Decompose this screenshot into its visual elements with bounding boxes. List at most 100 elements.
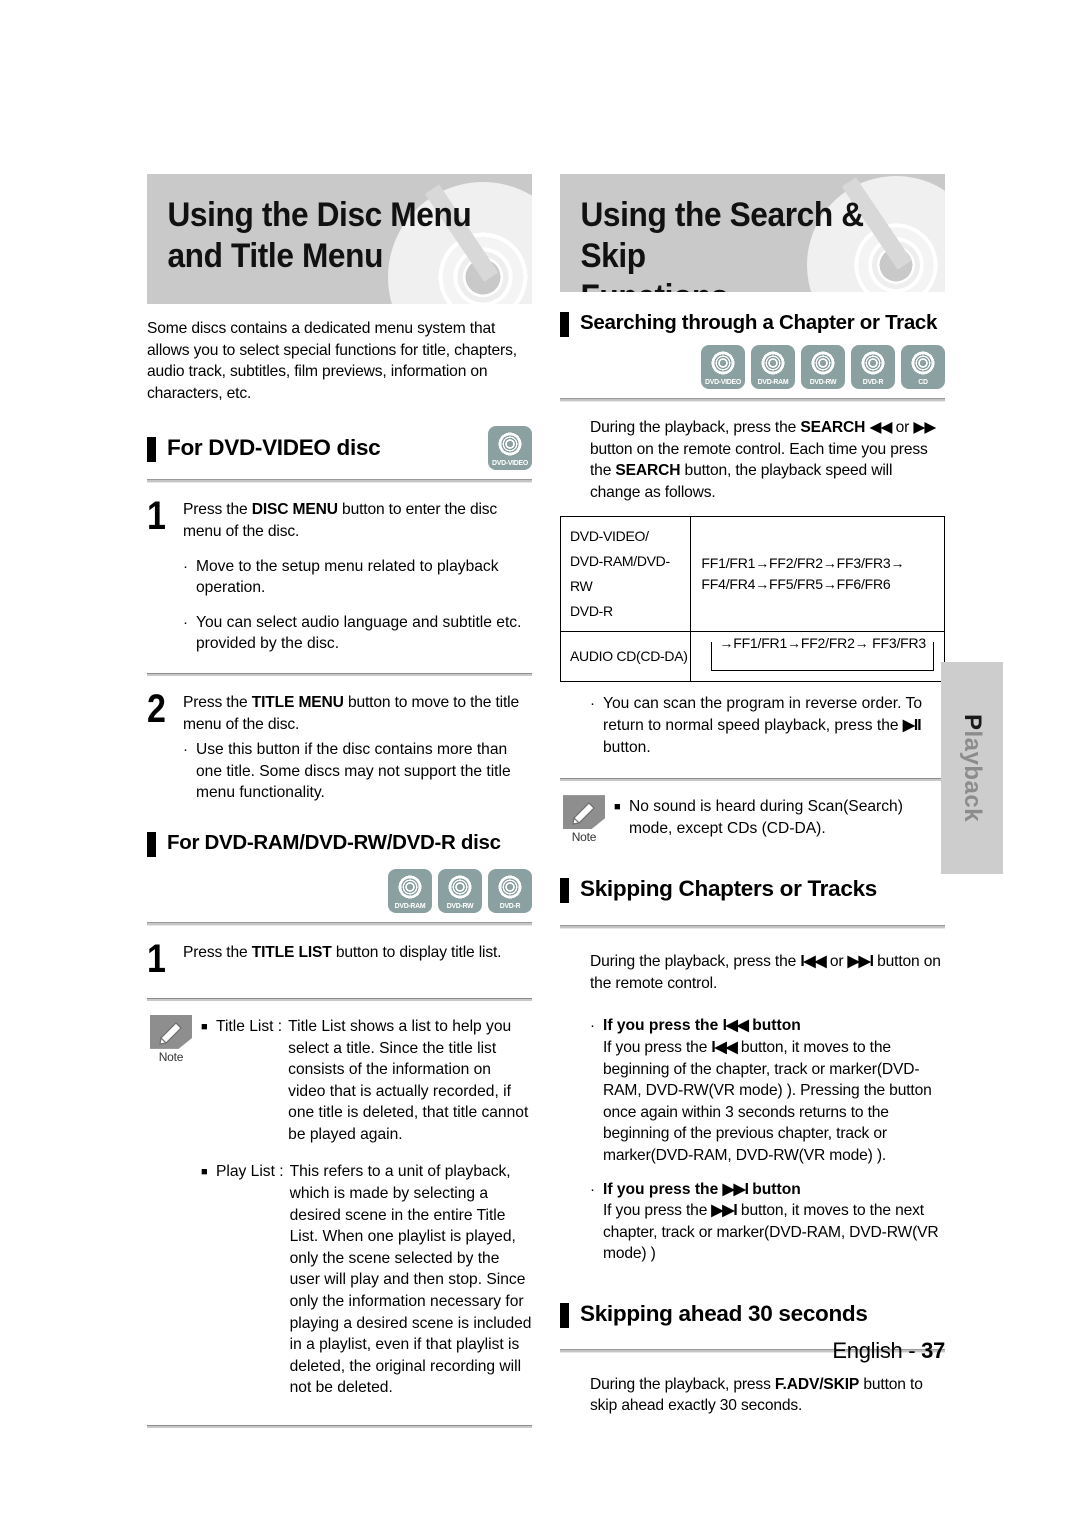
- right-banner-title: Using the Search & Skip Functions: [580, 196, 864, 292]
- bullet-item: · Move to the setup menu related to play…: [147, 556, 532, 599]
- heading-searching: Searching through a Chapter or Track: [560, 310, 945, 337]
- note-label: Note: [571, 830, 597, 845]
- text-part: During the playback, press the: [590, 953, 801, 971]
- heading-label: For DVD-RAM/DVD-RW/DVD-R disc: [167, 830, 501, 854]
- pencil-glyph: [159, 1022, 182, 1045]
- heading-bar: [560, 1302, 569, 1328]
- note-term: Play List :: [216, 1163, 284, 1181]
- step-text-before: Press the: [183, 943, 252, 961]
- text-part: During the playback, press: [590, 1375, 775, 1393]
- table-row: AUDIO CD(CD-DA) →FF1/FR1→FF2/FR2→ FF3/FR…: [559, 631, 945, 683]
- step-2-title-menu: 2 Press the TITLE MENU button to move to…: [147, 689, 532, 804]
- text-part: You can scan the program in reverse orde…: [603, 695, 922, 734]
- step-bold-term: TITLE LIST: [251, 943, 332, 961]
- bullet-dot: ·: [183, 557, 188, 575]
- step-text-before: Press the: [183, 501, 252, 519]
- dvd-r-icon: DVD-R: [488, 868, 532, 913]
- text-part: or: [891, 419, 914, 436]
- heading-bar: [147, 831, 156, 857]
- text-part: If you press the: [603, 1017, 723, 1035]
- dvd-ram-icon: DVD-RAM: [388, 868, 432, 913]
- step-text-after: button to display title list.: [331, 943, 502, 961]
- disc-icon-label: DVD-RAM: [757, 377, 789, 386]
- heading-rule: [147, 479, 532, 484]
- side-tab-initial: P: [959, 713, 986, 731]
- table-cell-speeds: →FF1/FR1→FF2/FR2→ FF3/FR3: [690, 631, 945, 683]
- step-bold-term: TITLE MENU: [251, 693, 344, 711]
- skipping-paragraph: During the playback, press the I◀◀ or ▶▶…: [560, 951, 945, 994]
- note-definition: No sound is heard during Scan(Search) mo…: [629, 798, 903, 837]
- disc-icon-label: CD: [918, 377, 928, 386]
- text-part: button.: [603, 738, 651, 756]
- subsection-next-button: · If you press the ▶▶I button: [560, 1179, 945, 1201]
- playback-speed-table: DVD-VIDEO/ DVD-RAM/DVD-RW DVD-R FF1/FR1→…: [559, 516, 945, 683]
- bullet-item: · You can select audio language and subt…: [147, 612, 532, 655]
- bullet-dot: ·: [183, 741, 188, 759]
- disc-ring-icon: [397, 873, 423, 900]
- note-item: ■ No sound is heard during Scan(Search) …: [614, 796, 945, 839]
- dvd-video-icon: DVD-VIDEO: [488, 426, 532, 471]
- table-cell-speeds: FF1/FR1→FF2/FR2→FF3/FR3→ FF4/FR4→FF5/FR5…: [690, 516, 945, 633]
- note-square-bullet: ■: [201, 1166, 208, 1179]
- dvd-rw-icon: DVD-RW: [801, 345, 845, 389]
- subsection-next-body: If you press the ▶▶I button, it moves to…: [560, 1200, 945, 1265]
- disc-icon-label: DVD-R: [499, 900, 521, 910]
- heading-rule: [560, 925, 945, 930]
- rewind-icon: ◀◀: [869, 419, 892, 436]
- note-definition: Title List shows a list to help you sele…: [288, 1017, 529, 1143]
- disc-icon-label: DVD-R: [862, 377, 884, 386]
- text-part: If you press the: [603, 1180, 723, 1198]
- disc-icon-label: DVD-RW: [446, 900, 474, 910]
- dvd-rw-icon: DVD-RW: [438, 868, 482, 913]
- step-divider: [147, 672, 532, 676]
- pencil-icon: [563, 795, 605, 830]
- text-part: button, it moves to the beginning of the…: [603, 1038, 932, 1164]
- right-column: Using the Search & Skip Functions Search…: [559, 174, 945, 1417]
- search-bold: SEARCH: [615, 462, 681, 480]
- side-tab-text: Playback: [958, 714, 986, 822]
- loop-bracket: →FF1/FR1→FF2/FR2→ FF3/FR3: [711, 633, 934, 672]
- disc-ring-icon: [910, 350, 936, 376]
- disc-ring-icon: [860, 350, 886, 376]
- note-badge: Note: [560, 795, 608, 844]
- bullet-dot: ·: [590, 695, 595, 713]
- heading-bar: [147, 436, 156, 462]
- disc-type-label: AUDIO CD(CD-DA): [570, 648, 688, 665]
- text-part: During the playback, press the: [590, 419, 801, 436]
- subsection-title: If you press the ▶▶I button: [603, 1179, 801, 1201]
- note-divider: [147, 997, 532, 1001]
- speed-sequence-line1: FF1/FR1→FF2/FR2→FF3/FR3→: [701, 555, 905, 572]
- cd-icon: CD: [901, 345, 945, 389]
- page-footer: English - 37: [560, 1338, 945, 1364]
- heading-label: Skipping Chapters or Tracks: [580, 876, 877, 902]
- text-part: button: [747, 1017, 801, 1035]
- note-square-bullet: ■: [201, 1020, 208, 1033]
- bullet-text: You can scan the program in reverse orde…: [603, 693, 945, 758]
- bullet-text: You can select audio language and subtit…: [196, 613, 522, 653]
- bullet-item-reverse-scan: · You can scan the program in reverse or…: [560, 693, 945, 758]
- text-part: If you press the: [603, 1038, 712, 1056]
- heading-label: Skipping ahead 30 seconds: [580, 1300, 868, 1326]
- right-banner: Using the Search & Skip Functions: [560, 174, 945, 292]
- disc-icon-row-dvd-video: DVD-VIDEO: [488, 426, 532, 471]
- side-tab-rest: layback: [959, 730, 986, 823]
- text-part: or: [825, 953, 848, 971]
- subsection-prev-body: If you press the I◀◀ button, it moves to…: [560, 1037, 945, 1167]
- bottom-divider: [147, 1425, 532, 1428]
- intro-paragraph: Some discs contains a dedicated menu sys…: [147, 320, 517, 402]
- note-label: Note: [158, 1049, 184, 1064]
- table-cell-disc-types: AUDIO CD(CD-DA): [559, 631, 692, 683]
- next-track-icon: ▶▶I: [722, 1180, 749, 1198]
- note-box-scan: Note ■ No sound is heard during Scan(Sea…: [560, 795, 945, 844]
- note-square-bullet: ■: [614, 801, 621, 814]
- disc-icon-row-dvd-ram: DVD-RAM DVD-RW DVD-R: [147, 868, 532, 913]
- skip30-paragraph: During the playback, press F.ADV/SKIP bu…: [560, 1374, 945, 1417]
- dvd-r-icon: DVD-R: [851, 345, 895, 389]
- note-box-title-list: Note ■ Title List : Title List shows a l…: [147, 1014, 532, 1399]
- bullet-dot: ·: [590, 1180, 595, 1198]
- bullet-text: Move to the setup menu related to playba…: [196, 557, 499, 597]
- previous-track-icon: I◀◀: [800, 953, 826, 971]
- left-column: Using the Disc Menu and Title Menu Some …: [147, 174, 532, 1428]
- heading-for-dvd-ram: For DVD-RAM/DVD-RW/DVD-R disc: [147, 830, 532, 857]
- bullet-text: Use this button if the disc contains mor…: [196, 741, 511, 802]
